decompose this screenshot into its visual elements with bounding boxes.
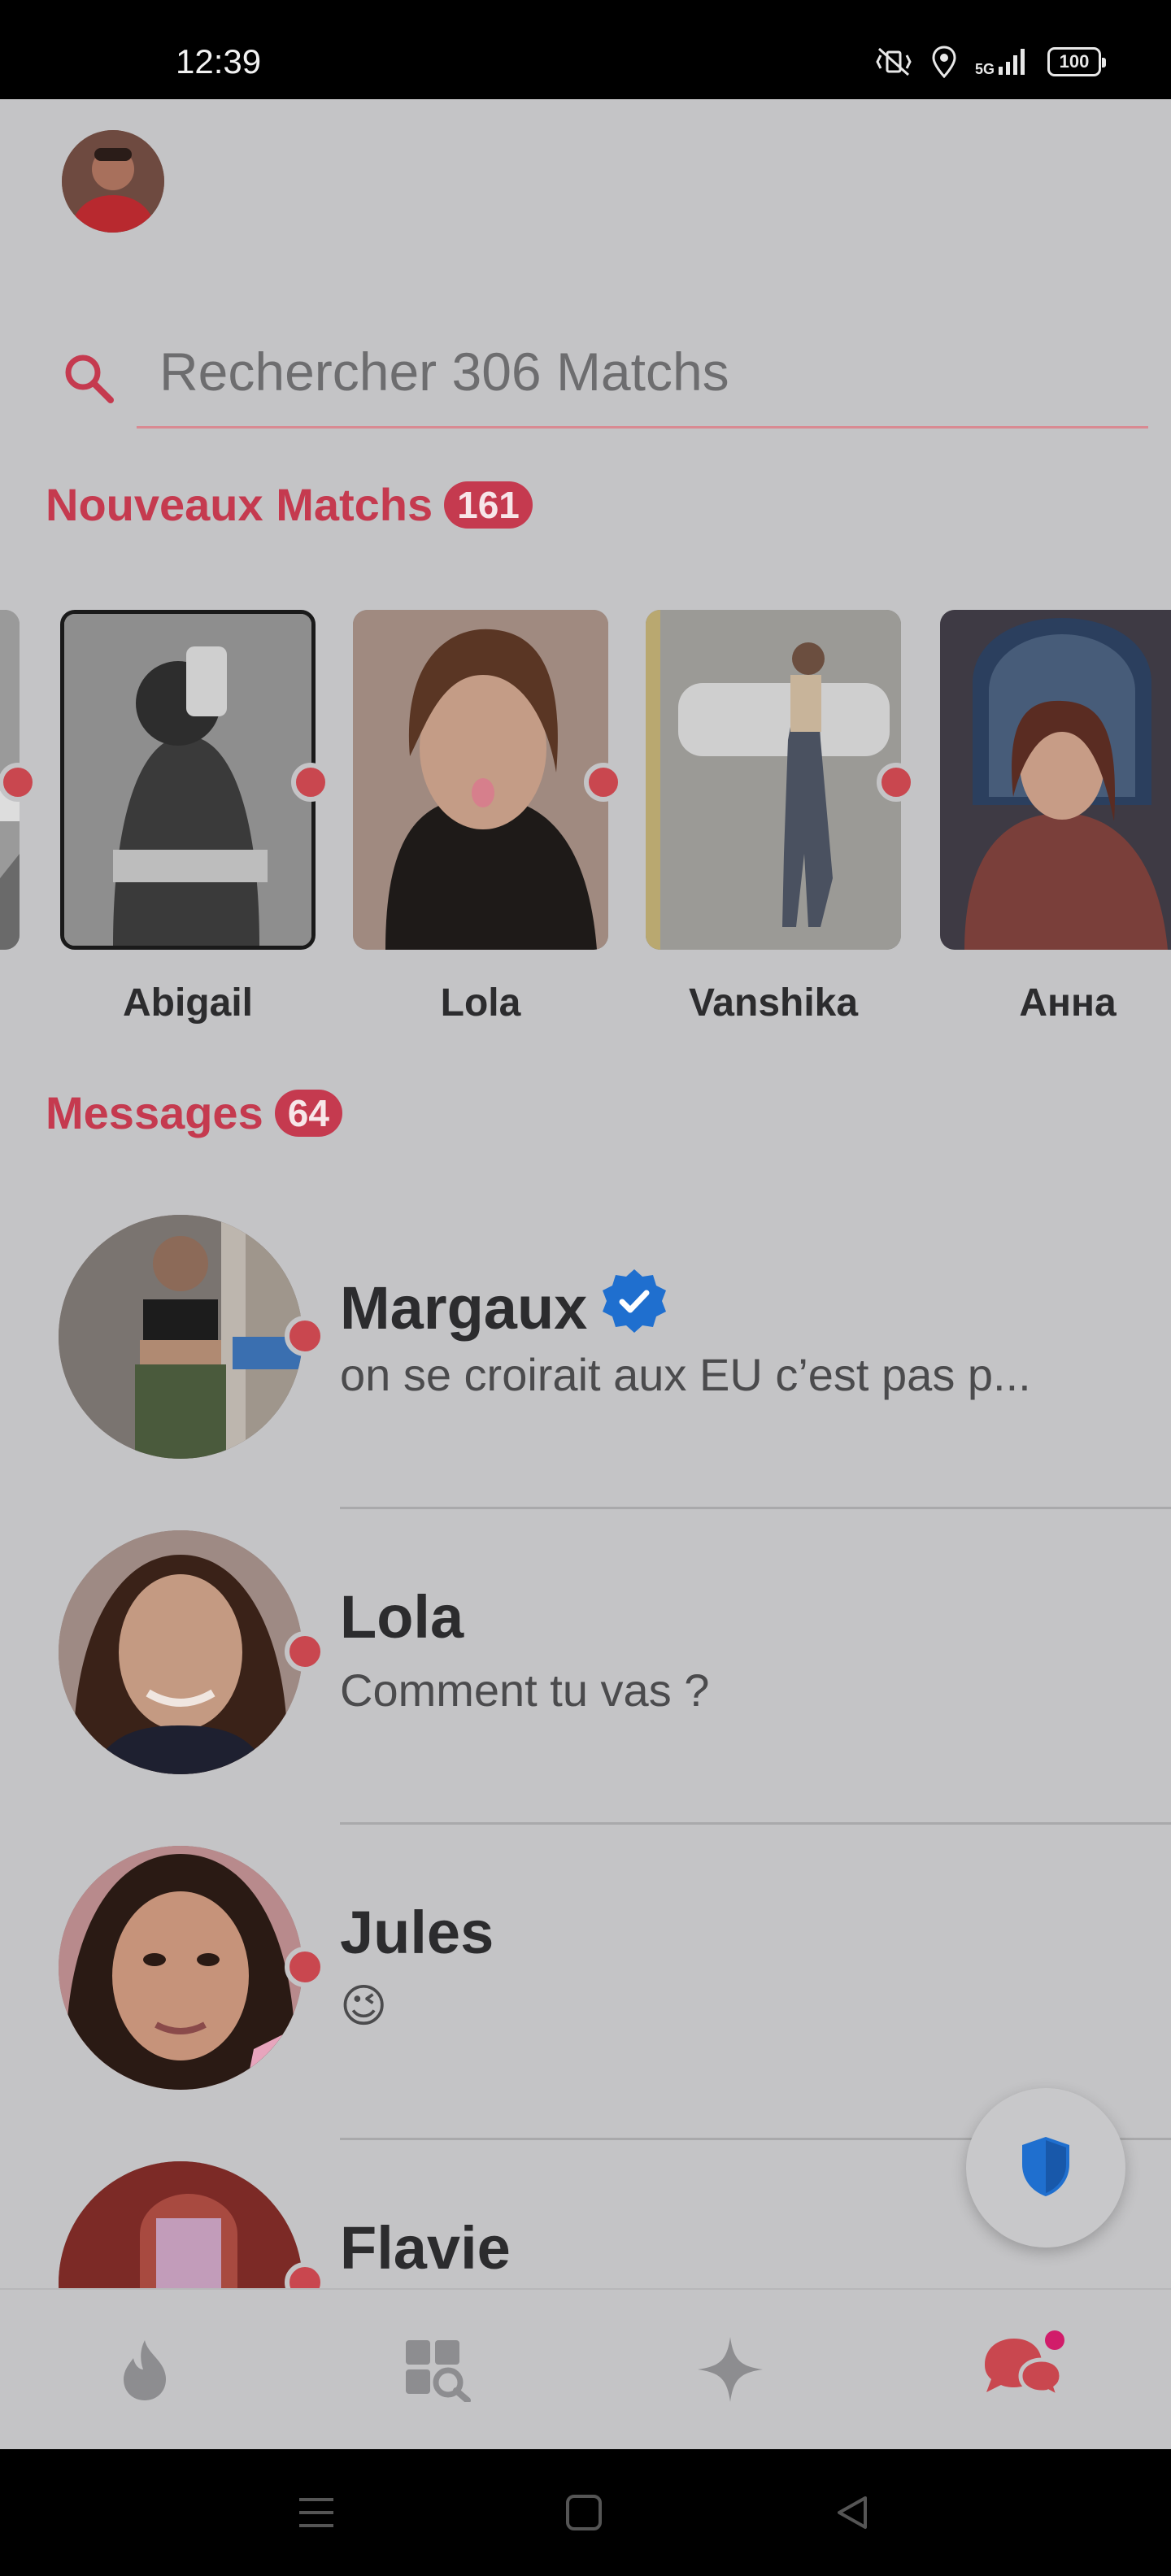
conversation-name: Jules [340, 1899, 494, 1966]
messages-title: Messages [46, 1087, 263, 1138]
vibrate-off-icon [874, 46, 913, 78]
messages-header: Messages 64 [46, 1086, 342, 1139]
match-card[interactable]: Lola [353, 610, 608, 1025]
battery-indicator: 100 [1047, 47, 1106, 76]
match-name: Lola [440, 981, 521, 1025]
bottom-nav [0, 2288, 1171, 2449]
app-screen: Nouveaux Matchs 161 Abigail Lola [0, 99, 1171, 2449]
conversation-name-row: Margaux [340, 1267, 668, 1349]
match-photo [940, 610, 1171, 950]
home-icon[interactable] [564, 2493, 603, 2536]
status-bar: 12:39 5G 100 [0, 0, 1171, 99]
match-photo [646, 610, 901, 950]
unread-dot [285, 1631, 325, 1672]
search-input[interactable] [159, 335, 1127, 408]
conversation-name-row: Jules [340, 1898, 494, 1967]
signal-icon: 5G [975, 47, 1030, 76]
conversation-name-row: Lola [340, 1582, 464, 1651]
conversation-preview: 😉 [340, 1980, 388, 2031]
menu-icon[interactable] [296, 2493, 337, 2536]
new-matches-carousel[interactable]: Abigail Lola Vanshika Анна [0, 610, 1171, 1065]
conversation-name: Margaux [340, 1274, 588, 1342]
status-time: 12:39 [176, 42, 262, 80]
match-photo [353, 610, 608, 950]
conversation-avatar [59, 1215, 303, 1459]
conversation-avatar [59, 1846, 303, 2090]
conversation-item[interactable]: Lola Comment tu vas ? [0, 1509, 1171, 1825]
status-icons: 5G 100 [874, 46, 1106, 78]
conversation-item[interactable]: Margaux on se croirait aux EU c’est pas … [0, 1194, 1171, 1509]
nav-tab-explore[interactable] [389, 2322, 486, 2420]
messages-count-badge: 64 [274, 1089, 342, 1137]
match-name: Анна [1019, 981, 1117, 1025]
search-underline [137, 426, 1148, 429]
verified-badge-icon [600, 1267, 668, 1349]
network-type: 5G [974, 61, 995, 77]
new-matches-header: Nouveaux Matchs 161 [46, 478, 533, 531]
conversation-preview: Comment tu vas ? [340, 1664, 710, 1716]
new-match-dot [877, 763, 916, 802]
match-card[interactable]: Vanshika [646, 610, 901, 1025]
conversation-item[interactable]: Jules 😉 [0, 1825, 1171, 2140]
back-icon[interactable] [833, 2493, 872, 2536]
match-card[interactable]: Анна [940, 610, 1171, 1025]
system-nav-bar [0, 2449, 1171, 2576]
search-icon [62, 351, 115, 409]
nav-tab-likes[interactable] [681, 2322, 779, 2420]
nav-tab-discover[interactable] [96, 2322, 194, 2420]
new-matches-title: Nouveaux Matchs [46, 479, 433, 530]
conversation-avatar [59, 1530, 303, 1774]
match-photo [60, 610, 316, 950]
new-match-dot [584, 763, 623, 802]
new-match-dot [0, 763, 37, 802]
chat-bubbles-icon [977, 2329, 1066, 2414]
match-card[interactable]: Abigail [60, 610, 316, 1025]
new-matches-count-badge: 161 [444, 481, 533, 529]
match-name: Abigail [122, 981, 253, 1025]
location-icon [931, 46, 957, 78]
sparkle-icon [696, 2335, 764, 2408]
explore-grid-icon [403, 2337, 472, 2406]
safety-shield-button[interactable] [966, 2088, 1125, 2247]
unread-dot [285, 1947, 325, 1987]
search-bar[interactable] [0, 311, 1171, 433]
profile-avatar[interactable] [62, 130, 164, 233]
shield-icon [1017, 2134, 1074, 2203]
conversation-preview: on se croirait aux EU c’est pas p... [340, 1349, 1031, 1400]
conversation-name: Flavie [340, 2214, 511, 2282]
match-name: Vanshika [688, 981, 859, 1025]
flame-icon [115, 2337, 174, 2406]
nav-tab-messages[interactable] [973, 2322, 1070, 2420]
unread-dot [285, 1316, 325, 1356]
new-match-dot [291, 763, 330, 802]
conversation-name-row: Flavie [340, 2213, 511, 2282]
conversation-name: Lola [340, 1583, 464, 1651]
